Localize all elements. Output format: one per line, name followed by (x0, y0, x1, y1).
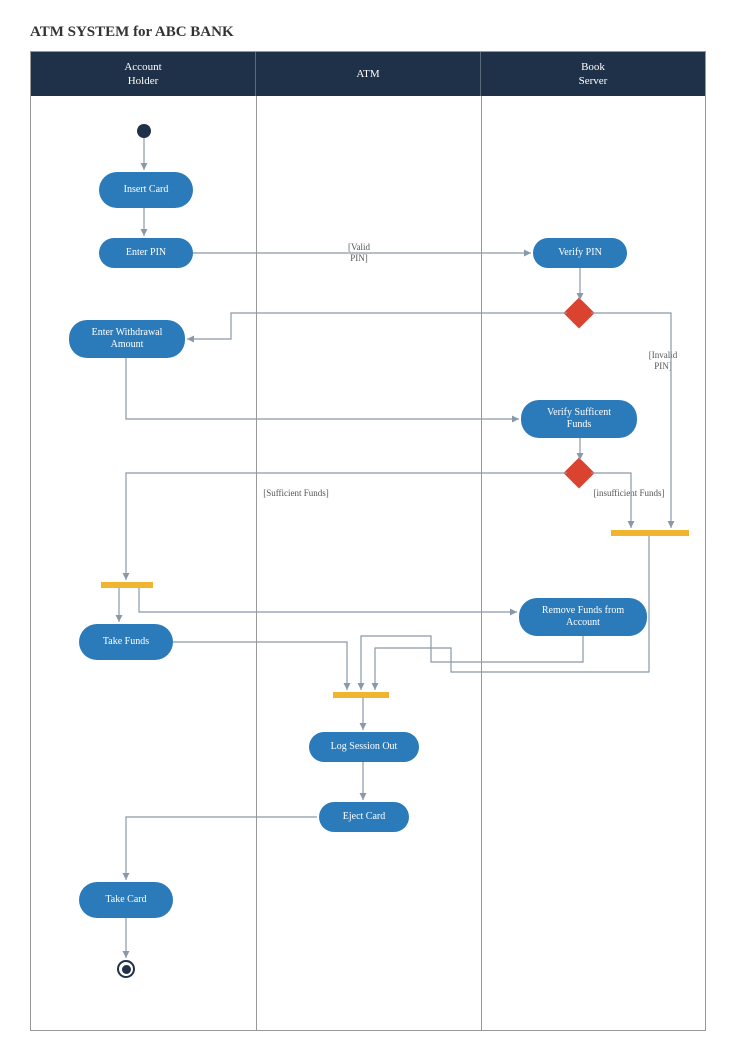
activity-log-session-out: Log Session Out (309, 732, 419, 762)
sync-bar-merge-right (611, 530, 689, 536)
activity-diagram: AccountHolder ATM BookServer Insert Card… (30, 51, 706, 1031)
sync-bar-fork (101, 582, 153, 588)
lane-header-atm: ATM (256, 52, 481, 96)
activity-verify-funds: Verify SufficentFunds (521, 400, 637, 438)
edge-label-insufficient-funds: [insufficient Funds] (577, 488, 681, 499)
activity-remove-funds: Remove Funds fromAccount (519, 598, 647, 636)
edge-label-sufficient-funds: [Sufficient Funds] (251, 488, 341, 499)
start-node (137, 124, 151, 138)
diagram-title: ATM SYSTEM for ABC BANK (30, 24, 706, 41)
edge-label-invalid-pin: [InvalidPIN] (641, 350, 685, 372)
activity-verify-pin: Verify PIN (533, 238, 627, 268)
lane-header-account-holder: AccountHolder (31, 52, 256, 96)
decision-pin (563, 297, 594, 328)
activity-take-funds: Take Funds (79, 624, 173, 660)
activity-eject-card: Eject Card (319, 802, 409, 832)
lane-divider (481, 96, 482, 1030)
decision-funds (563, 457, 594, 488)
activity-enter-pin: Enter PIN (99, 238, 193, 268)
edge-label-valid-pin: [ValidPIN] (339, 242, 379, 264)
lane-divider (256, 96, 257, 1030)
sync-bar-join (333, 692, 389, 698)
lane-header-book-server: BookServer (481, 52, 705, 96)
activity-take-card: Take Card (79, 882, 173, 918)
activity-enter-withdrawal: Enter WithdrawalAmount (69, 320, 185, 358)
swimlane-header-row: AccountHolder ATM BookServer (31, 52, 705, 96)
activity-insert-card: Insert Card (99, 172, 193, 208)
end-node (117, 960, 135, 978)
